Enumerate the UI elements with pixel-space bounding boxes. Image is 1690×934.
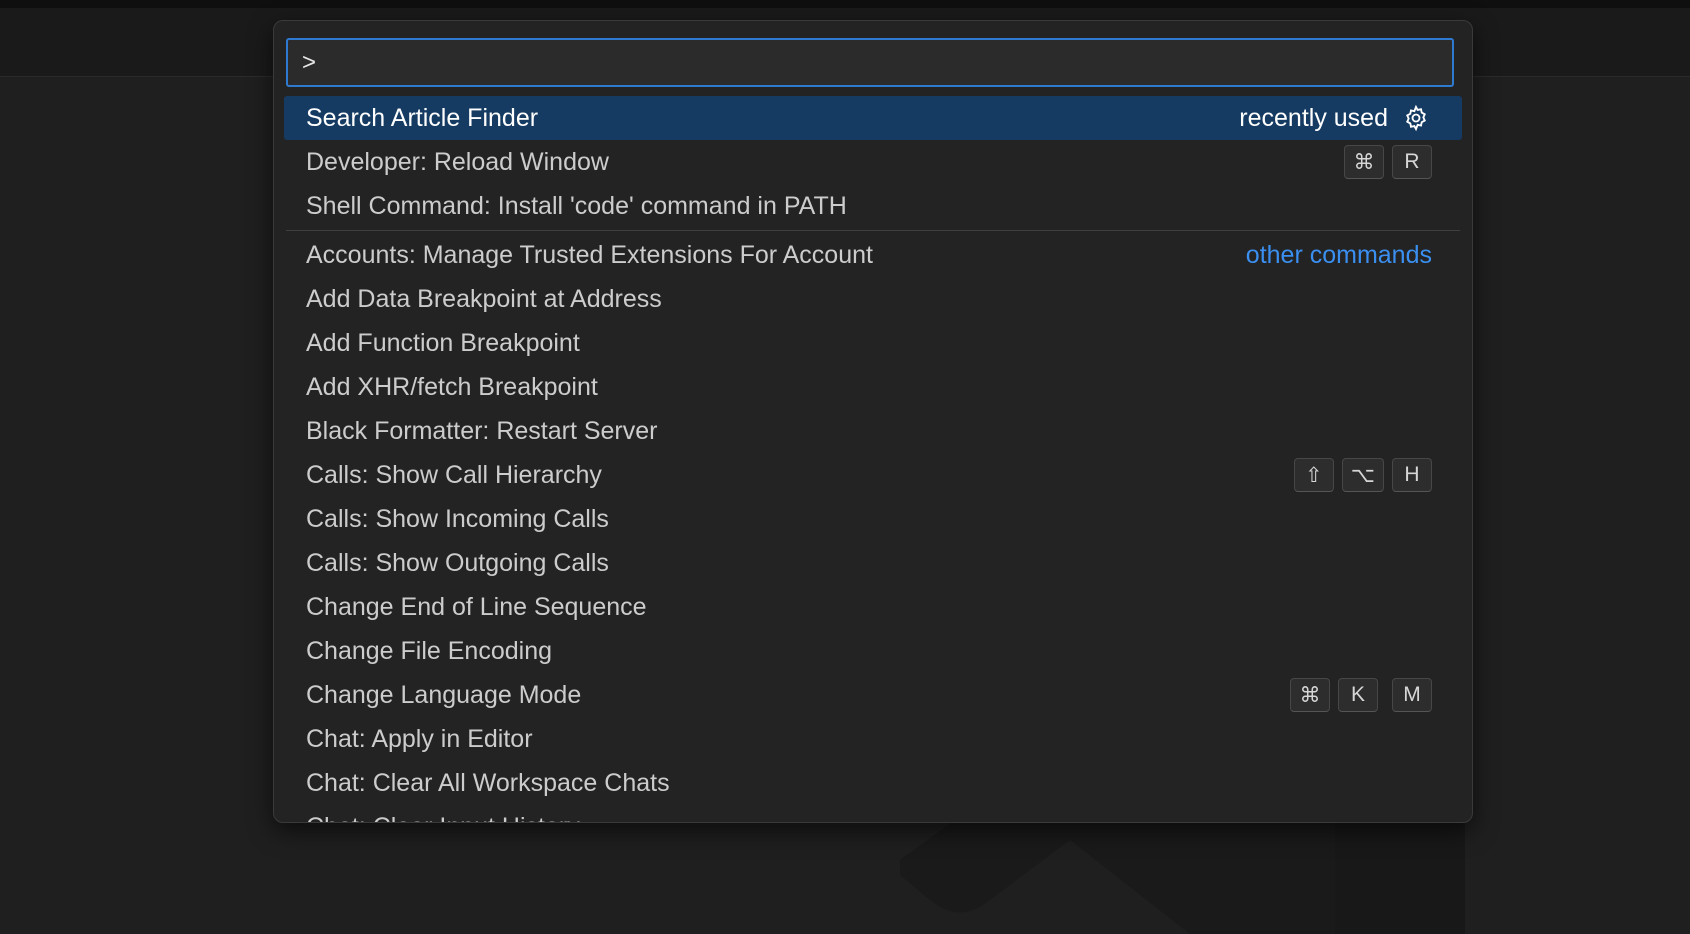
- command-label: Add XHR/fetch Breakpoint: [306, 372, 598, 401]
- command-label: Add Data Breakpoint at Address: [306, 284, 662, 313]
- command-label: Chat: Apply in Editor: [306, 724, 533, 753]
- command-label: Change End of Line Sequence: [306, 592, 647, 621]
- command-item-add-xhr-breakpoint[interactable]: Add XHR/fetch Breakpoint: [274, 365, 1472, 409]
- command-item-chat-clear-input[interactable]: Chat: Clear Input History: [274, 805, 1472, 823]
- command-search-input[interactable]: [288, 40, 1452, 85]
- command-item-change-language[interactable]: Change Language Mode ⌘ K M: [274, 673, 1472, 717]
- command-label: Accounts: Manage Trusted Extensions For …: [306, 240, 873, 269]
- command-label: Chat: Clear All Workspace Chats: [306, 768, 670, 797]
- keybinding: ⇧ ⌥ H: [1293, 458, 1432, 492]
- command-item-add-data-breakpoint[interactable]: Add Data Breakpoint at Address: [274, 277, 1472, 321]
- shift-key-icon: ⇧: [1293, 458, 1334, 492]
- command-item-black-restart[interactable]: Black Formatter: Restart Server: [274, 409, 1472, 453]
- gear-icon[interactable]: [1402, 104, 1430, 132]
- command-label: Add Function Breakpoint: [306, 328, 580, 357]
- command-item-search-article-finder[interactable]: Search Article Finder recently used: [284, 96, 1462, 140]
- command-item-add-function-breakpoint[interactable]: Add Function Breakpoint: [274, 321, 1472, 365]
- command-label: Chat: Clear Input History: [306, 813, 1432, 823]
- command-label: Change File Encoding: [306, 636, 552, 665]
- command-label: Black Formatter: Restart Server: [306, 416, 658, 445]
- command-item-calls-outgoing[interactable]: Calls: Show Outgoing Calls: [274, 541, 1472, 585]
- command-input-box: [286, 38, 1454, 87]
- keybinding: ⌘ R: [1344, 145, 1432, 179]
- command-label: Calls: Show Call Hierarchy: [306, 460, 602, 489]
- command-item-developer-reload-window[interactable]: Developer: Reload Window ⌘ R: [274, 140, 1472, 184]
- command-palette: Search Article Finder recently used Deve…: [273, 20, 1473, 823]
- command-item-change-eol[interactable]: Change End of Line Sequence: [274, 585, 1472, 629]
- keybinding: ⌘ K M: [1290, 678, 1432, 712]
- other-commands-tag: other commands: [1245, 240, 1432, 269]
- group-separator: [286, 230, 1460, 231]
- command-label: Calls: Show Outgoing Calls: [306, 548, 609, 577]
- command-label: Change Language Mode: [306, 680, 582, 709]
- command-key-icon: ⌘: [1290, 678, 1330, 712]
- command-item-chat-clear-all[interactable]: Chat: Clear All Workspace Chats: [274, 761, 1472, 805]
- key-m: M: [1392, 678, 1432, 712]
- command-list: Search Article Finder recently used Deve…: [274, 96, 1472, 823]
- option-key-icon: ⌥: [1341, 458, 1384, 492]
- command-item-accounts-manage-trusted[interactable]: Accounts: Manage Trusted Extensions For …: [274, 233, 1472, 277]
- window-top-edge: [0, 0, 1690, 8]
- key-k: K: [1338, 678, 1378, 712]
- command-item-chat-apply[interactable]: Chat: Apply in Editor: [274, 717, 1472, 761]
- command-label: Developer: Reload Window: [306, 147, 609, 176]
- command-key-icon: ⌘: [1344, 145, 1384, 179]
- command-item-shell-install-code[interactable]: Shell Command: Install 'code' command in…: [274, 184, 1472, 228]
- recently-used-tag: recently used: [1239, 103, 1388, 132]
- command-item-change-encoding[interactable]: Change File Encoding: [274, 629, 1472, 673]
- key-h: H: [1392, 458, 1432, 492]
- command-label: Shell Command: Install 'code' command in…: [306, 191, 847, 220]
- command-label: Search Article Finder: [306, 103, 539, 132]
- command-item-calls-hierarchy[interactable]: Calls: Show Call Hierarchy ⇧ ⌥ H: [274, 453, 1472, 497]
- key-r: R: [1392, 145, 1432, 179]
- command-label: Calls: Show Incoming Calls: [306, 504, 609, 533]
- command-item-calls-incoming[interactable]: Calls: Show Incoming Calls: [274, 497, 1472, 541]
